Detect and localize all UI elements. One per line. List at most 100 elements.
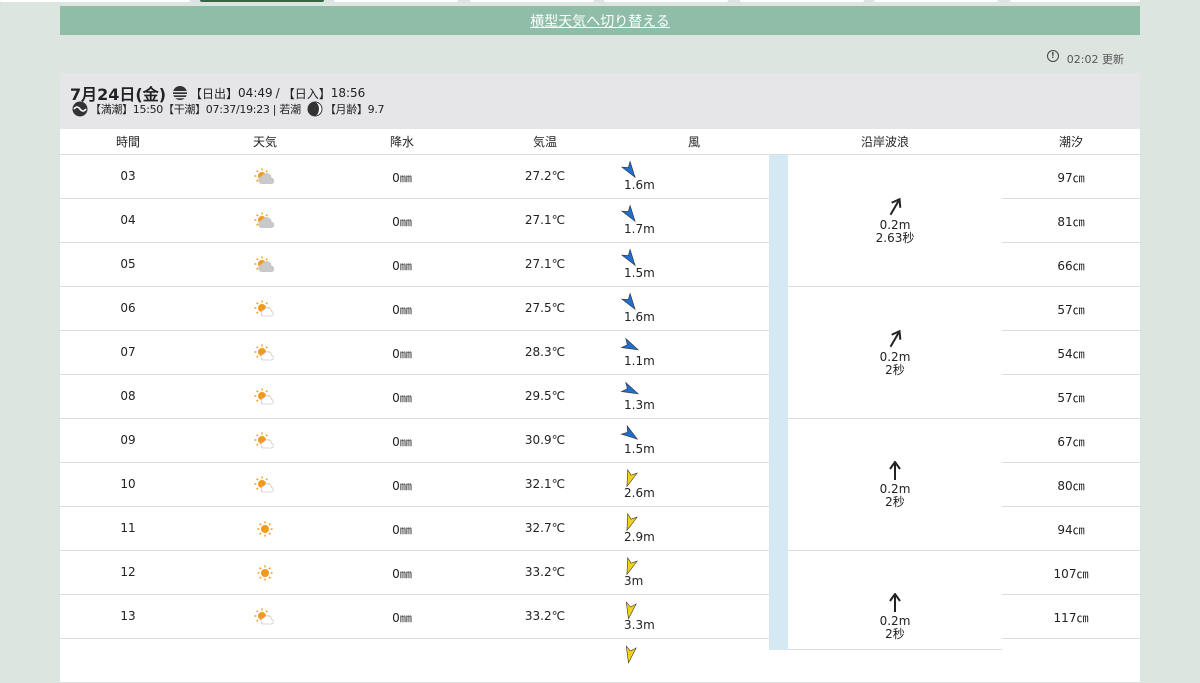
top-tab[interactable] — [874, 0, 998, 2]
precip-cell: 0㎜ — [392, 391, 412, 405]
tide-cell: 67㎝ — [1057, 435, 1085, 449]
column-weather: 天気 — [252, 135, 278, 149]
tide-cell: 117㎝ — [1053, 611, 1089, 625]
wave-divider-strip — [769, 155, 788, 650]
wind-speed: 1.5m — [624, 442, 655, 456]
tide-cell: 81㎝ — [1057, 215, 1085, 229]
top-tab[interactable] — [334, 0, 458, 2]
column-wave: 沿岸波浪 — [860, 135, 910, 149]
column-header-row: 時間 天気 降水 気温 風 沿岸波浪 潮汐 — [60, 129, 1140, 155]
precip-cell: 0㎜ — [392, 435, 412, 449]
tide-cell: 57㎝ — [1057, 303, 1085, 317]
partly-cloudy-icon — [253, 211, 277, 231]
time-cell: 11 — [120, 521, 136, 535]
tide-cell: 97㎝ — [1057, 171, 1085, 185]
precip-cell: 0㎜ — [392, 567, 412, 581]
top-tab[interactable] — [604, 0, 728, 2]
column-precip: 降水 — [389, 135, 415, 149]
sun-cloud-icon — [253, 475, 277, 495]
wind-speed: 1.5m — [624, 266, 655, 280]
wave-block: 0.2m 2秒 — [788, 287, 1002, 419]
time-cell: 10 — [120, 477, 136, 491]
tide-cell: 94㎝ — [1057, 523, 1085, 537]
temp-cell: 30.9℃ — [524, 433, 566, 447]
temp-cell: 27.5℃ — [524, 301, 566, 315]
temp-cell: 33.2℃ — [524, 609, 566, 623]
wind-speed: 3.3m — [624, 618, 655, 632]
temp-cell: 27.1℃ — [524, 213, 566, 227]
precip-cell: 0㎜ — [392, 171, 412, 185]
layout-switch-bar: 横型天気へ切り替える — [60, 6, 1140, 35]
temp-cell: 27.2℃ — [524, 169, 566, 183]
tide-wave-icon — [72, 101, 88, 117]
sunrise-time: 04:49 — [238, 86, 273, 100]
day-header: 7月24日(金) 【日出】 04:49 / 【日入】 18:56 【満潮】15:… — [60, 73, 1140, 129]
time-cell: 13 — [120, 609, 136, 623]
tide-cell: 66㎝ — [1057, 259, 1085, 273]
top-tab[interactable] — [0, 0, 190, 2]
sun-icon — [253, 563, 277, 583]
sunrise-label: 【日出】 — [190, 86, 239, 101]
wave-block: 0.2m 2.63秒 — [788, 155, 1002, 287]
precip-cell: 0㎜ — [392, 259, 412, 273]
wind-speed: 3m — [624, 574, 644, 588]
update-time: ! 02:02 更新 — [1046, 50, 1124, 67]
tide-cell: 54㎝ — [1057, 347, 1085, 361]
tide-info: 【満潮】15:50【干潮】07:37/19:23 | 若潮 — [90, 103, 301, 116]
wind-speed: 1.3m — [624, 398, 655, 412]
wave-period: 2秒 — [885, 495, 905, 509]
time-cell: 04 — [120, 213, 136, 227]
top-tab[interactable] — [740, 0, 864, 2]
wave-period: 2秒 — [885, 627, 905, 641]
wind-speed: 1.6m — [624, 178, 655, 192]
temp-cell: 33.2℃ — [524, 565, 566, 579]
wind-speed: 1.6m — [624, 310, 655, 324]
precip-cell: 0㎜ — [392, 347, 412, 361]
top-tab[interactable] — [470, 0, 594, 2]
temp-cell: 28.3℃ — [524, 345, 566, 359]
tide-cell: 57㎝ — [1057, 391, 1085, 405]
separator: / — [275, 86, 280, 100]
temp-cell: 32.1℃ — [524, 477, 566, 491]
wave-direction-icon — [887, 329, 903, 349]
sunset-label: 【日入】 — [282, 86, 331, 101]
sun-icon — [253, 519, 277, 539]
wave-period: 2秒 — [885, 363, 905, 377]
sun-cloud-icon — [253, 299, 277, 319]
time-cell: 05 — [120, 257, 136, 271]
column-wind: 風 — [687, 135, 701, 149]
sun-cloud-icon — [253, 431, 277, 451]
sun-cloud-icon — [253, 343, 277, 363]
top-tab-active[interactable] — [200, 0, 324, 2]
update-time-text: 02:02 更新 — [1066, 53, 1124, 66]
temp-cell: 32.7℃ — [524, 521, 566, 535]
partly-cloudy-icon — [253, 255, 277, 275]
time-cell: 03 — [120, 169, 136, 183]
column-tide: 潮汐 — [1058, 135, 1084, 149]
temp-cell: 27.1℃ — [524, 257, 566, 271]
sun-cloud-icon — [253, 387, 277, 407]
column-temp: 気温 — [532, 135, 558, 149]
wave-block: 0.2m 2秒 — [788, 419, 1002, 551]
time-cell: 07 — [120, 345, 136, 359]
time-cell: 09 — [120, 433, 136, 447]
top-tab[interactable] — [1010, 0, 1140, 2]
wave-period: 2.63秒 — [875, 231, 915, 245]
precip-cell: 0㎜ — [392, 215, 412, 229]
time-cell: 08 — [120, 389, 136, 403]
precip-cell: 0㎜ — [392, 303, 412, 317]
column-time: 時間 — [115, 135, 141, 149]
temp-cell: 29.5℃ — [524, 389, 566, 403]
top-tab-strip — [0, 0, 1140, 4]
time-cell: 12 — [120, 565, 136, 579]
tide-cell: 107㎝ — [1053, 567, 1089, 581]
precip-cell: 0㎜ — [392, 523, 412, 537]
switch-layout-link[interactable]: 横型天気へ切り替える — [530, 11, 670, 31]
info-icon: ! — [1046, 50, 1059, 62]
sunrise-icon — [173, 86, 188, 100]
moon-label: 【月齢】 — [324, 103, 368, 116]
wave-direction-icon — [887, 460, 903, 481]
sunset-time: 18:56 — [330, 86, 366, 100]
sun-cloud-icon — [253, 607, 277, 627]
wind-speed: 1.7m — [624, 222, 655, 236]
